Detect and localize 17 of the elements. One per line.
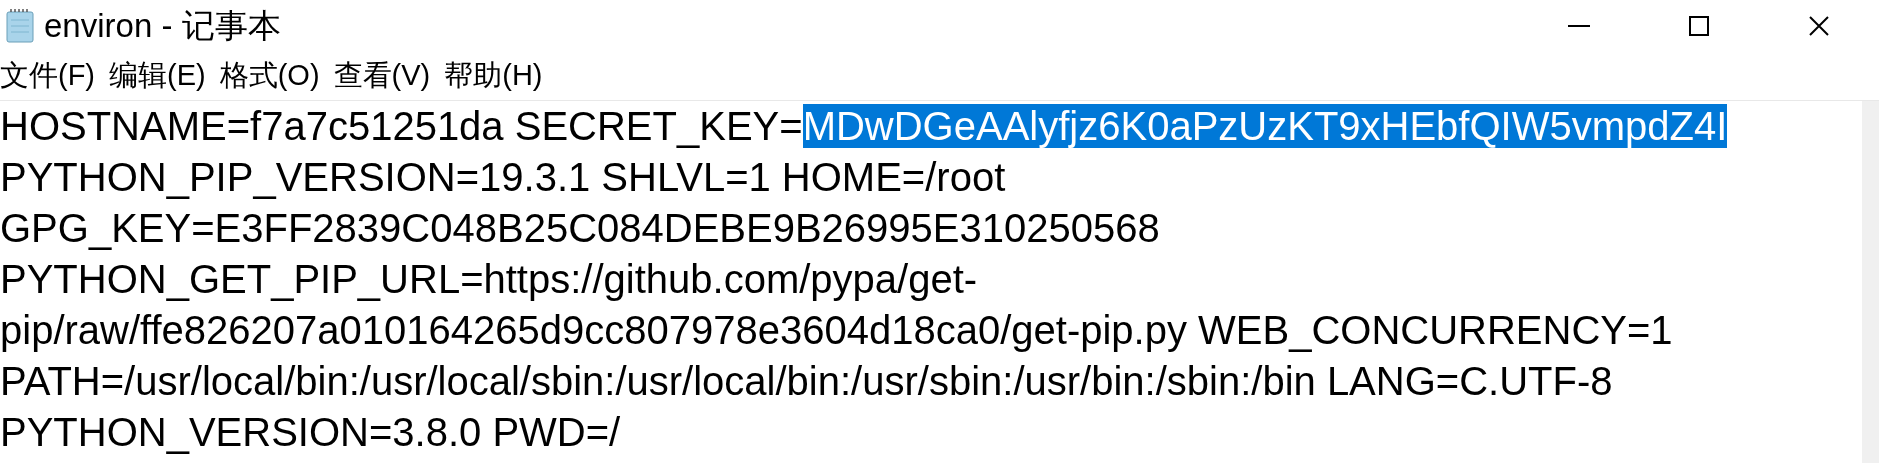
menu-item[interactable]: 查看(V): [333, 56, 431, 96]
text-line: GPG_KEY=E3FF2839C048B25C084DEBE9B26995E310250568: [0, 206, 1160, 250]
menu-item[interactable]: 文件(F): [0, 56, 96, 96]
maximize-icon: [1689, 16, 1709, 36]
text-line: PYTHON_VERSION=3.8.0 PWD=/: [0, 410, 621, 454]
text-line: pip/raw/ffe826207a010164265d9cc807978e3604d18ca0/get-pip.py WEB_CONCURRENCY=1: [0, 308, 1673, 352]
menu-item[interactable]: 格式(O): [219, 56, 320, 96]
selected-text: MDwDGeAAlyfjz6K0aPzUzKT9xHEbfQIW5vmpdZ4I: [802, 104, 1728, 148]
menu-item[interactable]: 编辑(E): [109, 56, 206, 96]
minimize-icon: [1568, 25, 1590, 27]
window-title: environ - 记事本: [44, 5, 282, 46]
text-line: PYTHON_GET_PIP_URL=https://github.com/pypa/get-: [0, 257, 978, 301]
close-icon: [1809, 16, 1829, 36]
text-line: PATH=/usr/local/bin:/usr/local/sbin:/usr/local/bin:/usr/sbin:/usr/bin:/sbin:/bin LANG=C.UTF-8: [0, 359, 1613, 403]
menu-item[interactable]: 帮助(H): [444, 56, 543, 96]
text-line: PYTHON_PIP_VERSION=19.3.1 SHLVL=1 HOME=/root: [0, 155, 1006, 199]
text-line: HOSTNAME=f7a7c51251da SECRET_KEY=: [0, 104, 803, 148]
